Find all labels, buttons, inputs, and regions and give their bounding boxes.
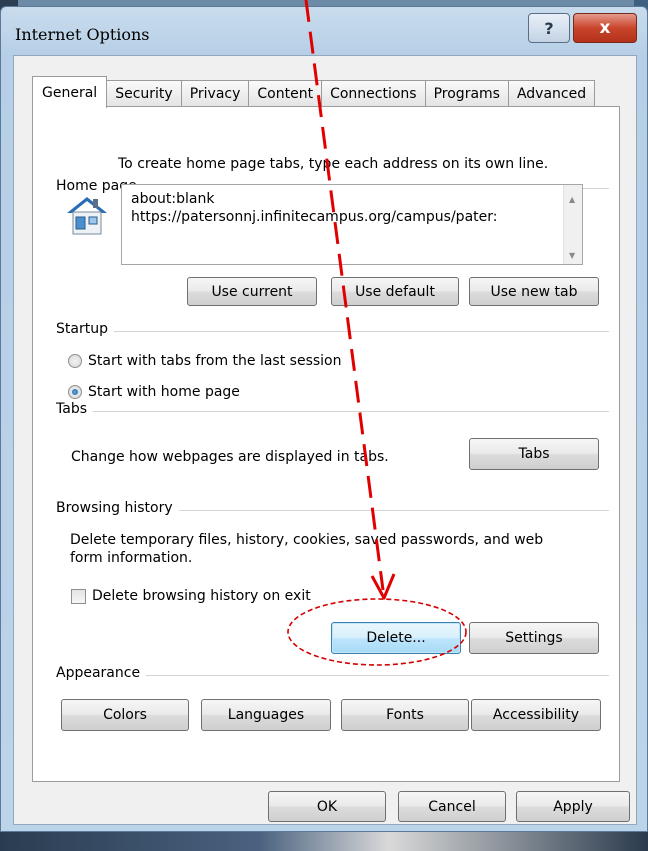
radio-button[interactable] xyxy=(68,354,82,368)
fonts-button[interactable]: Fonts xyxy=(341,699,469,731)
radio-label: Start with tabs from the last session xyxy=(88,353,342,369)
accessibility-button[interactable]: Accessibility xyxy=(471,699,601,731)
colors-button[interactable]: Colors xyxy=(61,699,189,731)
close-button[interactable]: x xyxy=(573,13,637,43)
delete-on-exit-checkbox-row[interactable]: Delete browsing history on exit xyxy=(71,588,311,604)
browsing-history-description: form information. xyxy=(70,550,193,566)
checkbox-label: Delete browsing history on exit xyxy=(92,588,311,604)
apply-button[interactable]: Apply xyxy=(516,791,630,822)
general-tab-page: Home page To create home page tabs, type… xyxy=(32,106,620,782)
tab-advanced[interactable]: Advanced xyxy=(507,80,596,107)
desktop-background-bottom xyxy=(0,830,648,851)
radio-home-page[interactable]: Start with home page xyxy=(68,384,240,400)
tabs-group-label: Tabs xyxy=(56,401,93,417)
title-bar[interactable]: Internet Options ? x xyxy=(1,7,647,55)
address-line: https://patersonnj.infinitecampus.org/ca… xyxy=(131,209,498,225)
tab-connections[interactable]: Connections xyxy=(321,80,426,107)
startup-group-label: Startup xyxy=(56,321,114,337)
delete-history-button[interactable]: Delete... xyxy=(331,622,461,654)
address-line: about:blank xyxy=(131,191,215,207)
group-divider xyxy=(63,411,609,412)
use-current-button[interactable]: Use current xyxy=(187,277,317,306)
internet-options-dialog: Internet Options ? x General Security Pr… xyxy=(0,6,648,832)
tab-general[interactable]: General xyxy=(32,76,108,108)
radio-label: Start with home page xyxy=(88,384,240,400)
scroll-up-icon[interactable]: ▲ xyxy=(569,191,575,209)
radio-last-session[interactable]: Start with tabs from the last session xyxy=(68,353,341,369)
browsing-history-description: Delete temporary files, history, cookies… xyxy=(70,532,544,548)
tab-content[interactable]: Content xyxy=(248,80,323,107)
checkbox[interactable] xyxy=(71,588,86,604)
window-title: Internet Options xyxy=(15,25,150,44)
browsing-history-group-label: Browsing history xyxy=(56,500,179,516)
tab-security[interactable]: Security xyxy=(106,80,182,107)
help-button[interactable]: ? xyxy=(528,13,570,43)
appearance-group-label: Appearance xyxy=(56,665,147,681)
tabs-description: Change how webpages are displayed in tab… xyxy=(71,449,389,465)
tab-strip: General Security Privacy Content Connect… xyxy=(32,76,596,108)
house-icon xyxy=(67,197,107,235)
use-default-button[interactable]: Use default xyxy=(331,277,459,306)
tabs-settings-button[interactable]: Tabs xyxy=(469,438,599,470)
group-divider xyxy=(63,331,609,332)
history-settings-button[interactable]: Settings xyxy=(469,622,599,654)
scroll-down-icon[interactable]: ▼ xyxy=(569,247,575,264)
use-new-tab-button[interactable]: Use new tab xyxy=(469,277,599,306)
dialog-body: General Security Privacy Content Connect… xyxy=(13,55,637,825)
close-icon: x xyxy=(599,18,611,38)
home-page-address-field[interactable]: about:blank https://patersonnj.infinitec… xyxy=(121,184,583,265)
languages-button[interactable]: Languages xyxy=(201,699,331,731)
tab-privacy[interactable]: Privacy xyxy=(180,80,250,107)
ok-button[interactable]: OK xyxy=(268,791,386,822)
tab-programs[interactable]: Programs xyxy=(424,80,509,107)
radio-button[interactable] xyxy=(68,385,82,399)
home-page-hint: To create home page tabs, type each addr… xyxy=(118,156,549,172)
cancel-button[interactable]: Cancel xyxy=(398,791,506,822)
address-scrollbar[interactable]: ▲ ▼ xyxy=(563,185,582,264)
help-icon: ? xyxy=(544,18,554,38)
